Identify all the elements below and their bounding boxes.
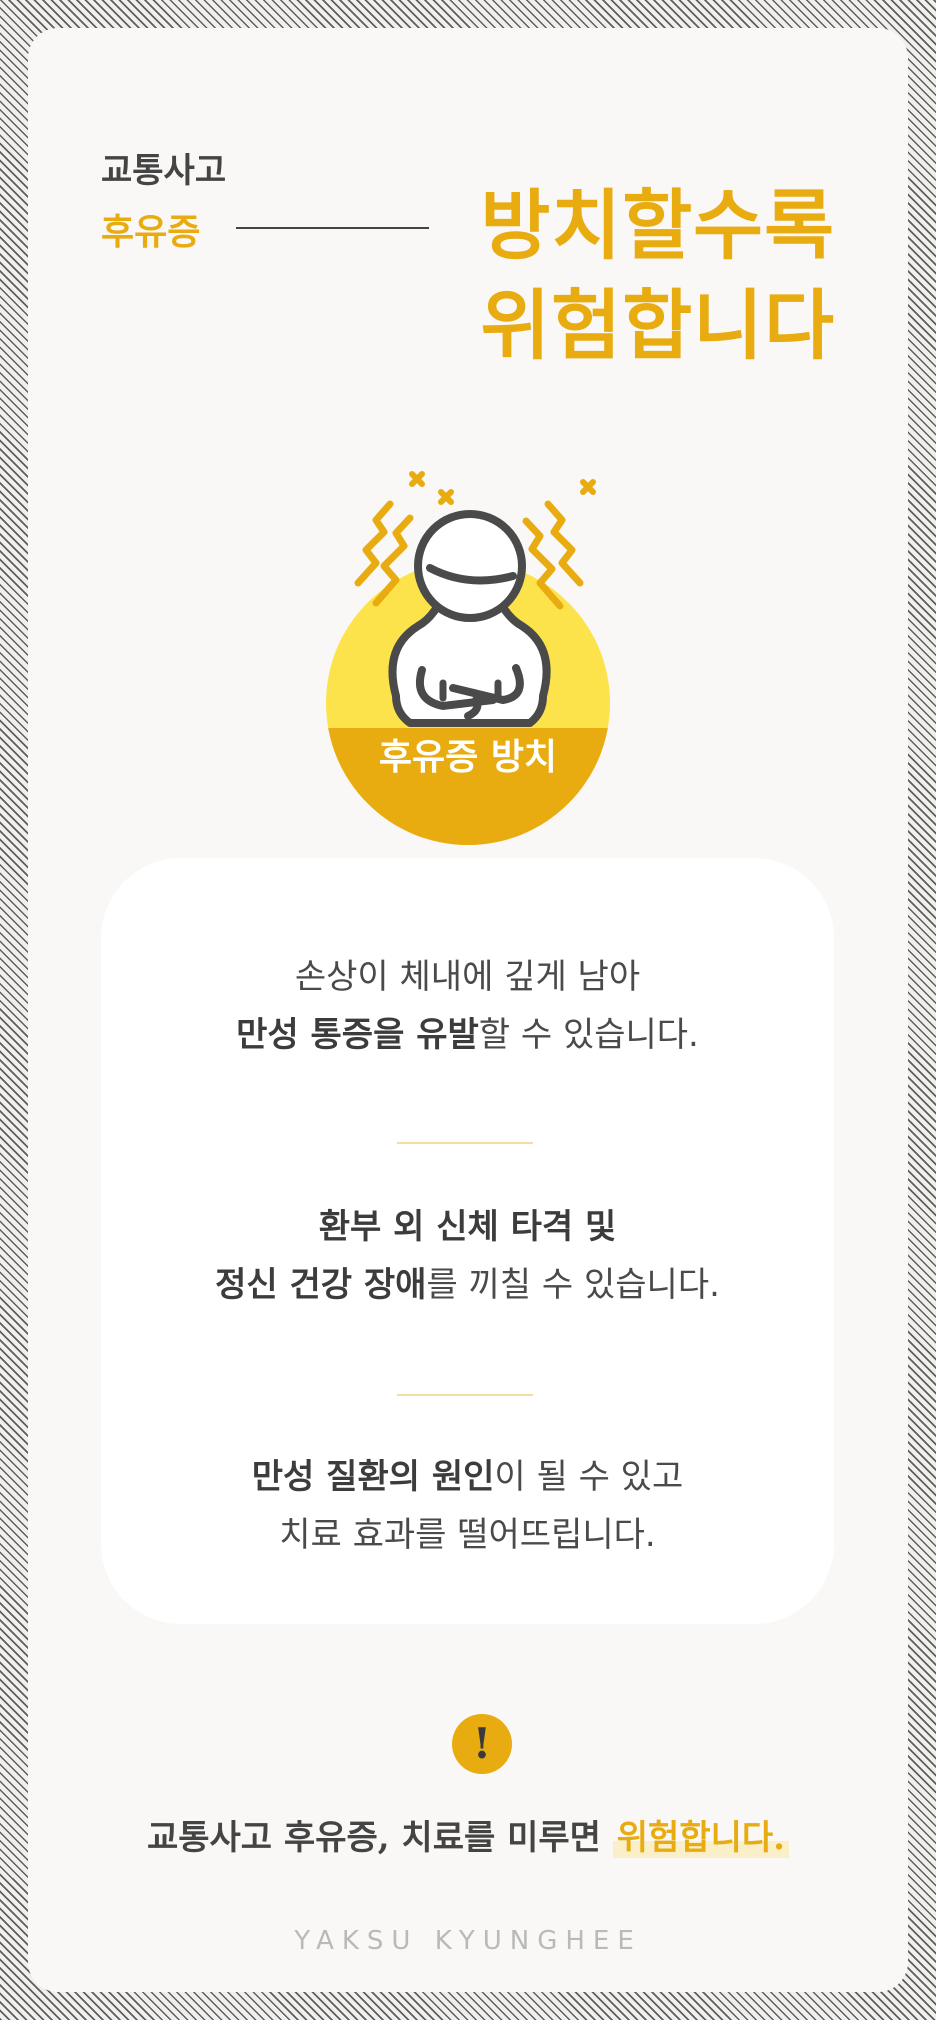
header-title-line1: 방치할수록 (480, 181, 835, 270)
warning-highlight: 위험합니다. (612, 1818, 790, 1858)
header-title: 방치할수록 위험합니다 (480, 176, 835, 376)
info-panel: 손상이 체내에 깊게 남아 만성 통증을 유발할 수 있습니다. 환부 외 신체… (101, 858, 834, 1624)
info-divider (397, 1394, 533, 1396)
info-item-1-line2: 만성 통증을 유발할 수 있습니다. (236, 1015, 699, 1055)
info-item-1: 손상이 체내에 깊게 남아 만성 통증을 유발할 수 있습니다. (101, 948, 834, 1064)
info-item-3-line1: 만성 질환의 원인이 될 수 있고 (251, 1457, 684, 1497)
info-item-1-line1: 손상이 체내에 깊게 남아 (294, 957, 641, 997)
header-line1: 교통사고 (101, 151, 227, 191)
header-line2: 후유증 (101, 211, 201, 253)
info-item-2-line2: 정신 건강 장애를 끼칠 수 있습니다. (215, 1265, 720, 1305)
exclamation-icon: ! (452, 1714, 512, 1774)
warning-text: 교통사고 후유증, 치료를 미루면 위험합니다. (28, 1810, 908, 1859)
header-divider (236, 227, 429, 229)
content-card: 교통사고 후유증 방치할수록 위험합니다 후유증 방치 손상이 체내에 깊게 남… (28, 28, 908, 1992)
info-item-3: 만성 질환의 원인이 될 수 있고 치료 효과를 떨어뜨립니다. (101, 1448, 834, 1564)
info-item-2-line1: 환부 외 신체 타격 및 (318, 1207, 617, 1247)
badge-label: 후유증 방치 (378, 737, 558, 778)
person-in-pain-icon (326, 471, 610, 845)
footer-brand: YAKSU KYUNGHEE (294, 1926, 642, 1956)
header-title-line2: 위험합니다 (480, 281, 835, 370)
info-divider (397, 1142, 533, 1144)
info-item-3-line2: 치료 효과를 떨어뜨립니다. (279, 1515, 656, 1555)
info-item-2: 환부 외 신체 타격 및 정신 건강 장애를 끼칠 수 있습니다. (101, 1198, 834, 1314)
